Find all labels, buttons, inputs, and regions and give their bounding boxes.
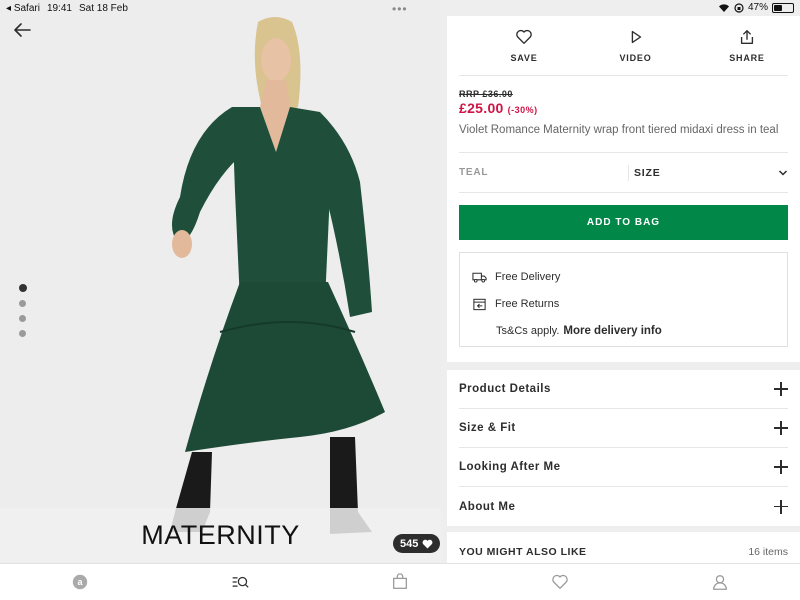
plus-icon <box>774 499 788 514</box>
saved-count-badge[interactable]: 545 <box>393 534 441 553</box>
add-to-bag-button[interactable]: ADD TO BAG <box>459 205 788 240</box>
free-delivery-text: Free Delivery <box>495 270 561 283</box>
save-label: SAVE <box>510 53 538 63</box>
video-button[interactable]: VIDEO <box>611 28 661 75</box>
home-icon: a <box>72 574 88 590</box>
accordion-about-me[interactable]: About Me <box>459 487 788 526</box>
video-label: VIDEO <box>619 53 652 63</box>
size-dropdown[interactable]: SIZE <box>628 164 788 181</box>
back-to-app[interactable]: ◂ Safari <box>6 3 40 14</box>
terms-row: Ts&Cs apply. More delivery info <box>472 317 775 345</box>
terms-text: Ts&Cs apply. <box>496 325 560 337</box>
play-icon <box>631 30 641 44</box>
status-date: Sat 18 Feb <box>78 2 128 14</box>
share-icon <box>740 30 754 44</box>
back-app-label: Safari <box>13 2 40 14</box>
orientation-lock-icon <box>734 2 744 13</box>
heart-icon <box>422 539 433 549</box>
rrp-price: RRP £36.00 <box>459 89 513 99</box>
tab-account[interactable] <box>640 564 800 600</box>
account-icon <box>713 575 727 590</box>
product-title: Violet Romance Maternity wrap front tier… <box>459 124 788 153</box>
product-accordion: Product Details Size & Fit Looking After… <box>447 370 800 526</box>
accordion-label: Product Details <box>459 383 551 395</box>
battery-percent: 47% <box>747 2 768 13</box>
tab-home[interactable]: a <box>0 564 160 600</box>
accordion-looking-after-me[interactable]: Looking After Me <box>459 448 788 487</box>
product-photo <box>170 17 385 534</box>
more-delivery-info-link[interactable]: More delivery info <box>563 325 661 337</box>
wifi-icon <box>718 3 729 12</box>
discount-badge: (-30%) <box>507 105 538 115</box>
battery-icon <box>772 2 794 13</box>
bag-icon <box>393 573 407 589</box>
free-delivery-row: Free Delivery <box>472 263 775 290</box>
also-like-title: YOU MIGHT ALSO LIKE <box>459 546 587 558</box>
returns-box-icon <box>473 298 486 310</box>
status-time: 19:41 <box>46 2 72 14</box>
plus-icon <box>774 382 788 396</box>
you-might-also-like-header: YOU MIGHT ALSO LIKE 16 items <box>447 532 800 563</box>
tab-saved[interactable] <box>480 564 640 600</box>
carousel-dot[interactable] <box>19 315 26 322</box>
saved-count: 545 <box>400 537 419 550</box>
price-row: £25.00 (-30%) <box>459 100 788 116</box>
accordion-label: Looking After Me <box>459 461 561 473</box>
maternity-banner: MATERNITY <box>0 508 441 563</box>
chevron-down-icon <box>778 169 788 176</box>
free-returns-row: Free Returns <box>472 290 775 317</box>
delivery-info-box: Free Delivery Free Returns Ts&Cs apply. … <box>459 252 788 347</box>
action-row: SAVE VIDEO SHARE <box>459 16 788 76</box>
also-like-count: 16 items <box>748 546 788 558</box>
tab-search[interactable] <box>160 564 320 600</box>
truck-icon <box>472 272 487 283</box>
search-icon <box>232 576 249 588</box>
colour-label: TEAL <box>459 167 489 178</box>
accordion-size-fit[interactable]: Size & Fit <box>459 409 788 448</box>
plus-icon <box>774 421 788 435</box>
share-button[interactable]: SHARE <box>722 28 772 75</box>
share-label: SHARE <box>729 53 765 63</box>
saved-icon <box>552 574 568 589</box>
status-bar: ◂ Safari 19:41 Sat 18 Feb ••• 47% <box>0 0 800 16</box>
accordion-label: Size & Fit <box>459 422 516 434</box>
carousel-indicator[interactable] <box>19 284 27 337</box>
multitasking-dots[interactable]: ••• <box>392 2 408 16</box>
size-dropdown-label: SIZE <box>634 166 661 179</box>
product-image-gallery[interactable]: MATERNITY 545 <box>0 0 441 563</box>
variant-selectors: TEAL SIZE <box>459 153 788 193</box>
carousel-dot[interactable] <box>19 284 27 292</box>
heart-outline-icon <box>516 29 532 44</box>
save-button[interactable]: SAVE <box>499 28 549 75</box>
current-price: £25.00 <box>459 100 504 116</box>
accordion-product-details[interactable]: Product Details <box>459 370 788 409</box>
back-arrow-icon[interactable] <box>12 20 32 40</box>
free-returns-text: Free Returns <box>495 297 560 310</box>
bottom-tab-bar: a <box>0 563 800 600</box>
accordion-label: About Me <box>459 500 516 513</box>
plus-icon <box>774 460 788 474</box>
product-info-card: SAVE VIDEO SHARE RRP £36.00 £25.00 (-30%… <box>447 16 800 362</box>
maternity-banner-text: MATERNITY <box>141 520 300 550</box>
tab-bag[interactable] <box>320 564 480 600</box>
product-details-panel[interactable]: SAVE VIDEO SHARE RRP £36.00 £25.00 (-30%… <box>447 16 800 563</box>
carousel-dot[interactable] <box>19 300 26 307</box>
carousel-dot[interactable] <box>19 330 26 337</box>
